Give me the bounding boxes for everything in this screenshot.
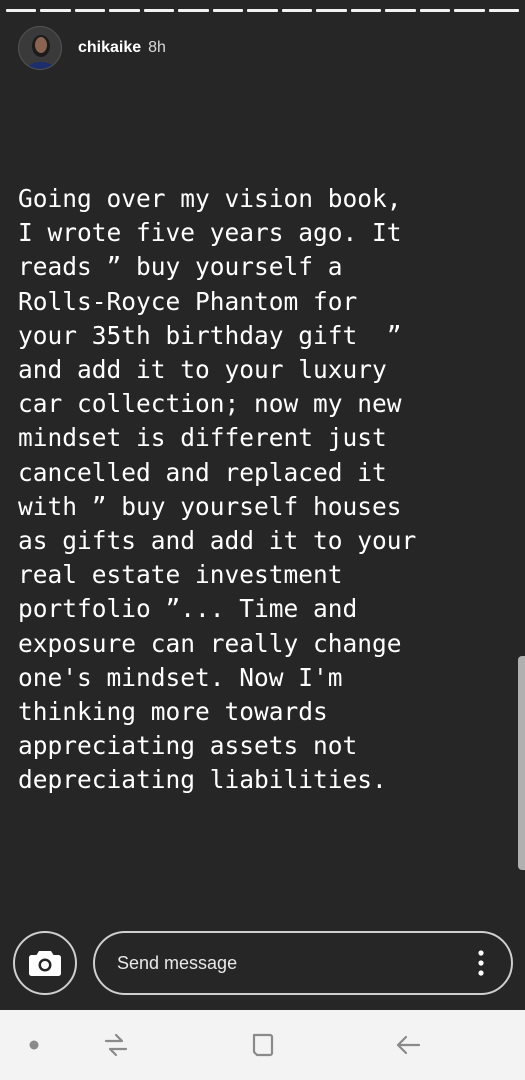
- story-text: Going over my vision book, I wrote five y…: [18, 182, 518, 798]
- story-text-line: portfolio ”... Time and: [18, 594, 358, 624]
- send-message-placeholder: Send message: [117, 953, 238, 973]
- progress-segment: [350, 9, 382, 12]
- dot-icon: [29, 1040, 39, 1050]
- progress-segment: [316, 9, 347, 12]
- system-navigation-bar: [0, 1010, 525, 1080]
- progress-segment: [281, 9, 313, 12]
- story-text-line: thinking more towards: [18, 697, 328, 727]
- username[interactable]: chikaike: [78, 39, 141, 57]
- progress-segment: [6, 9, 37, 12]
- story-text-line: exposure can really change: [18, 628, 402, 658]
- story-text-line: Rolls-Royce Phantom for: [18, 286, 358, 316]
- story-text-line: appreciating assets not: [18, 731, 358, 761]
- story-text-line: car collection; now my new: [18, 389, 402, 419]
- home-icon: [252, 1033, 274, 1057]
- progress-segment: [212, 9, 244, 12]
- nav-dot-button[interactable]: [14, 1010, 54, 1080]
- story-text-line: one's mindset. Now I'm: [18, 662, 343, 692]
- story-text-line: cancelled and replaced it: [18, 457, 387, 487]
- story-text-line: as gifts and add it to your: [18, 526, 417, 556]
- story-text-line: depreciating liabilities.: [18, 765, 387, 795]
- progress-segment: [143, 9, 175, 12]
- back-icon: [396, 1035, 421, 1055]
- story-text-line: with ” buy yourself houses: [18, 491, 402, 521]
- scrollbar-thumb[interactable]: [518, 656, 525, 870]
- progress-segment: [419, 9, 451, 12]
- recent-apps-button[interactable]: [96, 1010, 136, 1080]
- camera-icon: [29, 951, 61, 976]
- more-vertical-icon[interactable]: [477, 950, 485, 976]
- story-text-line: I wrote five years ago. It: [18, 218, 402, 248]
- back-button[interactable]: [388, 1010, 428, 1080]
- home-button[interactable]: [242, 1010, 282, 1080]
- story-text-line: your 35th birthday gift ”: [18, 320, 402, 350]
- story-progress-bar: [6, 9, 520, 12]
- progress-segment: [74, 9, 106, 12]
- progress-segment: [40, 9, 71, 12]
- story-text-line: real estate investment: [18, 560, 343, 590]
- story-text-line: and add it to your luxury: [18, 355, 387, 385]
- progress-segment: [109, 9, 140, 12]
- story-text-line: reads ” buy yourself a: [18, 252, 343, 282]
- progress-segment: [454, 9, 485, 12]
- avatar[interactable]: [18, 26, 62, 70]
- send-message-input[interactable]: Send message: [93, 931, 513, 995]
- story-text-line: Going over my vision book,: [18, 184, 402, 213]
- progress-segment: [247, 9, 278, 12]
- timestamp: 8h: [148, 39, 166, 56]
- progress-segment: [178, 9, 209, 12]
- story-text-line: mindset is different just: [18, 423, 387, 453]
- story-header: chikaike 8h: [18, 26, 166, 70]
- recent-apps-icon: [104, 1033, 128, 1057]
- progress-segment: [385, 9, 416, 12]
- camera-button[interactable]: [13, 931, 77, 995]
- progress-segment: [488, 9, 520, 12]
